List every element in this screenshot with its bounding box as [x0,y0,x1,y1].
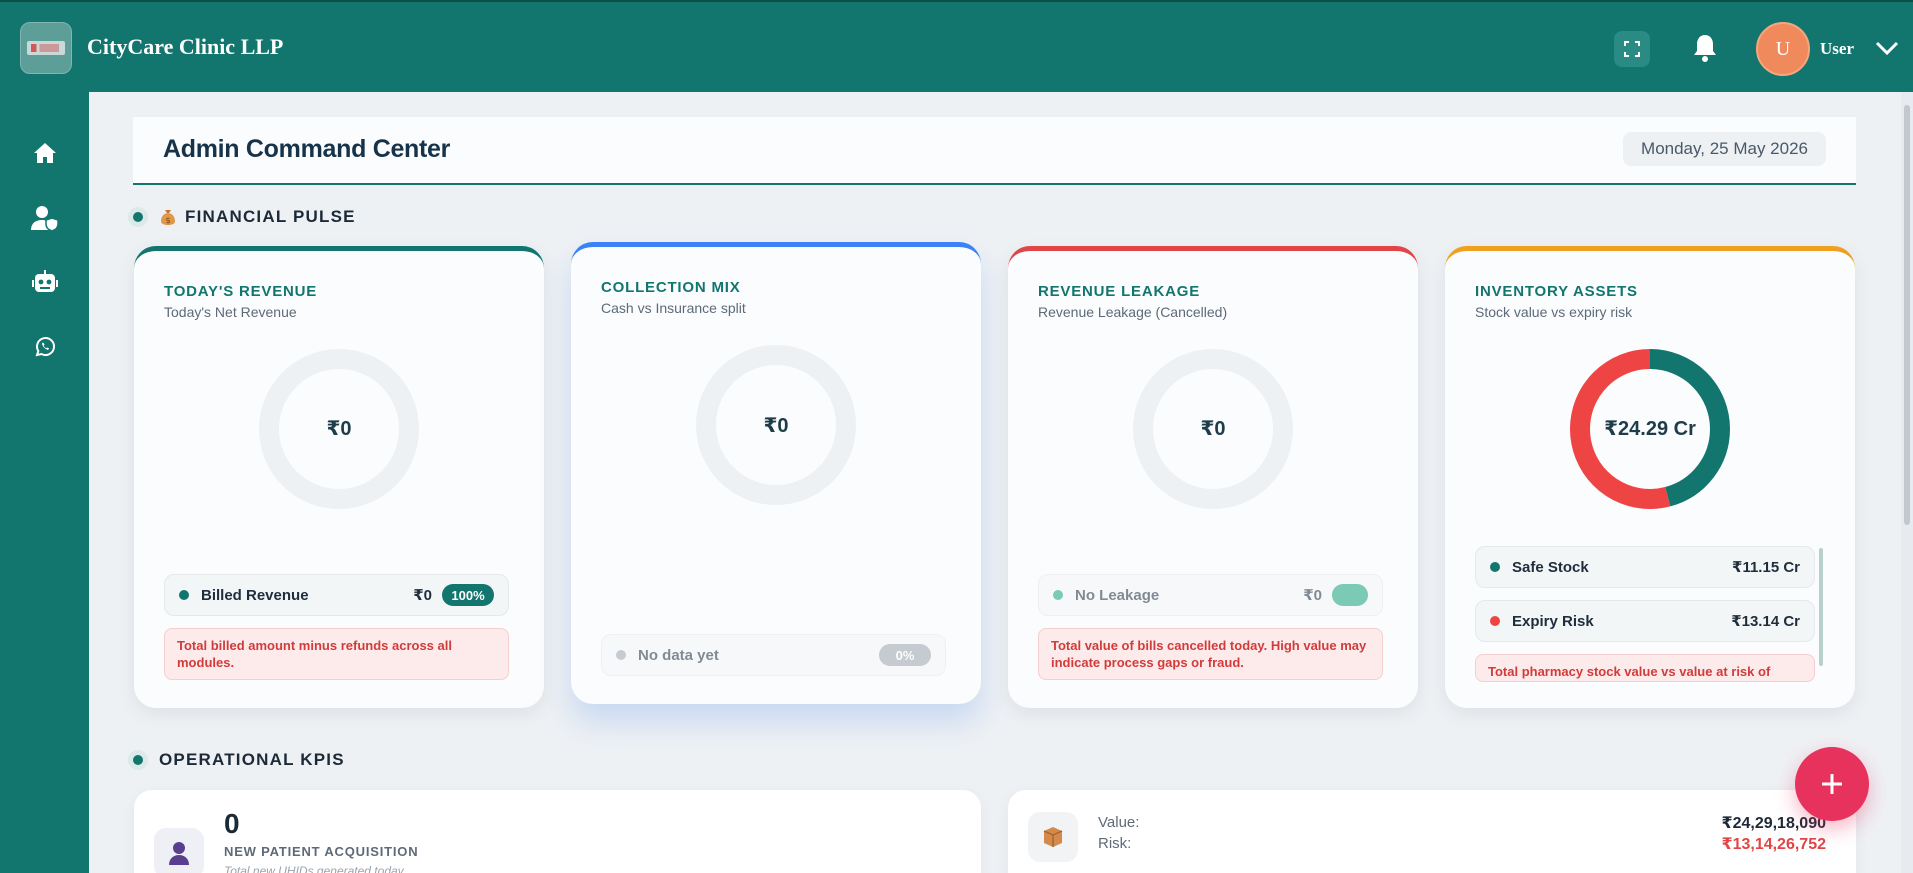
revenue-leakage-card: REVENUE LEAKAGE Revenue Leakage (Cancell… [1008,246,1418,708]
card-title: REVENUE LEAKAGE [1038,283,1201,300]
legend-billed-revenue: Billed Revenue ₹0 100% [164,574,509,616]
package-box-icon [1043,827,1063,847]
page-header: Admin Command Center Monday, 25 May 2026 [133,117,1856,185]
legend-dot [179,590,189,600]
value-label: Value: [1098,814,1140,831]
donut-center-value: ₹0 [763,415,789,437]
section-label: OPERATIONAL KPIS [159,750,345,769]
notifications-button[interactable] [1690,32,1720,64]
legend-percent-badge: 0% [879,644,931,666]
kpi-label: NEW PATIENT ACQUISITION [224,844,419,859]
clinic-logo[interactable] [20,22,72,74]
legend-value: ₹11.15 Cr [1732,559,1800,576]
card-title: INVENTORY ASSETS [1475,283,1638,300]
revenue-card: TODAY'S REVENUE Today's Net Revenue ₹0 B… [134,246,544,708]
svg-text:$: $ [165,216,170,225]
legend-value: ₹13.14 Cr [1731,613,1800,630]
legend-dot [1490,616,1500,626]
kpi-footnote: Total new UHIDs generated today [224,864,404,873]
collection-mix-card: COLLECTION MIX Cash vs Insurance split ₹… [571,242,981,704]
donut-center-value: ₹0 [326,418,352,440]
legend-dot [616,650,626,660]
add-fab-button[interactable] [1795,747,1869,821]
card-subtitle: Stock value vs expiry risk [1475,304,1633,320]
legend-label: No data yet [638,646,719,664]
legend-value: ₹0 [413,587,432,604]
section-dot [133,755,143,765]
card-title: COLLECTION MIX [601,279,741,296]
section-label: FINANCIAL PULSE [185,207,356,226]
card-subtitle: Cash vs Insurance split [601,300,746,316]
legend-dot [1490,562,1500,572]
user-shield-icon [31,206,59,231]
kpi-icon-box [1028,812,1078,862]
app-title: CityCare Clinic LLP [87,34,284,59]
sidebar-item-user-shield[interactable] [30,203,60,233]
card-note: Total billed amount minus refunds across… [164,628,509,680]
financial-pulse-heading: $ FINANCIAL PULSE [133,207,356,227]
card-note: Total value of bills cancelled today. Hi… [1038,628,1383,680]
donut-center-value: ₹24.29 Cr [1604,418,1696,440]
legend-no-data: No data yet 0% [601,634,946,676]
sidebar-item-home[interactable] [30,138,60,168]
sidebar-item-whatsapp[interactable] [30,332,60,362]
inventory-value: ₹24,29,18,090 [1721,815,1826,832]
legend-percent-badge: 100% [442,584,494,606]
legend-label: Billed Revenue [201,586,309,604]
inventory-risk-value: ₹13,14,26,752 [1721,836,1826,853]
user-avatar[interactable]: U [1756,22,1810,76]
legend-percent-badge [1332,584,1368,606]
kpi-icon-box [154,828,204,873]
whatsapp-icon [35,337,55,357]
card-subtitle: Revenue Leakage (Cancelled) [1038,304,1228,320]
legend-label: Safe Stock [1512,558,1589,576]
fullscreen-button[interactable] [1614,31,1650,67]
donut-center-value: ₹0 [1200,418,1226,440]
user-name[interactable]: User [1820,39,1854,59]
fullscreen-icon [1624,41,1640,57]
operational-kpis-heading: OPERATIONAL KPIS [133,750,345,770]
date-badge: Monday, 25 May 2026 [1623,132,1826,166]
money-bag-icon: $ [161,210,175,225]
legend-value: ₹0 [1303,587,1322,604]
sidebar-item-robot[interactable] [30,267,60,297]
new-patient-kpi-card: 0 NEW PATIENT ACQUISITION Total new UHID… [134,790,981,873]
robot-icon [32,270,58,292]
patient-icon [169,842,189,865]
bell-icon [1694,35,1716,62]
plus-icon [1822,774,1842,794]
page-scrollbar-thumb[interactable] [1904,105,1910,525]
inventory-assets-card: INVENTORY ASSETS Stock value vs expiry r… [1445,246,1855,708]
card-note: Total pharmacy stock value vs value at r… [1475,654,1815,682]
legend-label: Expiry Risk [1512,612,1594,630]
page-title: Admin Command Center [163,135,451,163]
risk-label: Risk: [1098,835,1132,852]
legend-dot [1053,590,1063,600]
legend-scrollbar[interactable] [1819,548,1823,666]
legend-no-leakage: No Leakage ₹0 [1038,574,1383,616]
home-icon [34,143,56,163]
top-bar: CityCare Clinic LLP U User [0,0,1913,92]
inventory-kpi-card: Value: Risk: ₹24,29,18,090 ₹13,14,26,752 [1008,790,1856,873]
kpi-value: 0 [224,808,240,839]
card-title: TODAY'S REVENUE [164,283,318,300]
legend-safe-stock: Safe Stock ₹11.15 Cr [1475,546,1815,588]
card-subtitle: Today's Net Revenue [164,304,297,320]
chevron-down-icon[interactable] [1873,38,1901,58]
legend-expiry-risk: Expiry Risk ₹13.14 Cr [1475,600,1815,642]
section-dot [133,212,143,222]
sidebar [0,92,89,873]
legend-label: No Leakage [1075,586,1160,604]
